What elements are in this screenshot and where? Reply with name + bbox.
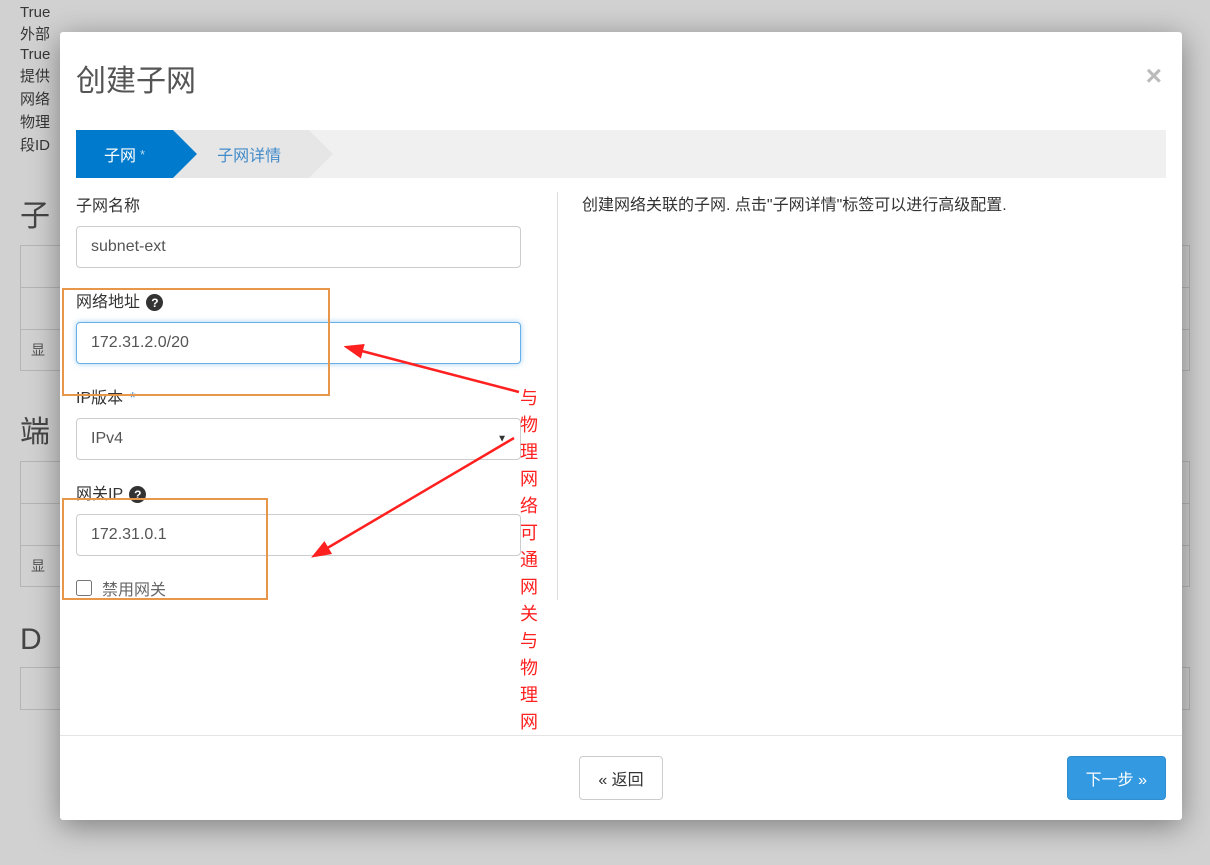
required-indicator: * <box>130 390 136 407</box>
wizard-tabs: 子网 * 子网详情 <box>76 130 1166 178</box>
ip-version-select[interactable] <box>76 418 521 460</box>
close-icon[interactable]: × <box>1146 62 1162 90</box>
required-indicator: * <box>140 147 145 162</box>
tab-subnet[interactable]: 子网 * <box>76 130 173 178</box>
disable-gateway-checkbox[interactable] <box>76 580 92 596</box>
gateway-ip-input[interactable] <box>76 514 521 556</box>
next-button[interactable]: 下一步 » <box>1067 756 1166 800</box>
disable-gateway-label: 禁用网关 <box>102 576 166 600</box>
network-address-label: 网络地址 ? <box>76 288 521 312</box>
tab-detail-label: 子网详情 <box>217 142 281 166</box>
subnet-name-input[interactable] <box>76 226 521 268</box>
ip-version-label: IP版本 * <box>76 384 521 408</box>
network-address-input[interactable] <box>76 322 521 364</box>
subnet-name-label: 子网名称 <box>76 192 521 216</box>
help-icon[interactable]: ? <box>146 294 163 311</box>
modal-title: 创建子网 <box>76 56 1152 100</box>
help-icon[interactable]: ? <box>129 486 146 503</box>
modal-description: 创建网络关联的子网. 点击"子网详情"标签可以进行高级配置. <box>582 192 1166 221</box>
annotation-text: 与物理网络可通 网关与物理网络一致 <box>520 385 538 735</box>
tab-subnet-label: 子网 <box>104 142 136 166</box>
back-button[interactable]: « 返回 <box>579 756 662 800</box>
gateway-ip-label: 网关IP ? <box>76 480 521 504</box>
create-subnet-modal: 创建子网 × 子网 * 子网详情 子网名称 网络地址 <box>60 32 1182 820</box>
